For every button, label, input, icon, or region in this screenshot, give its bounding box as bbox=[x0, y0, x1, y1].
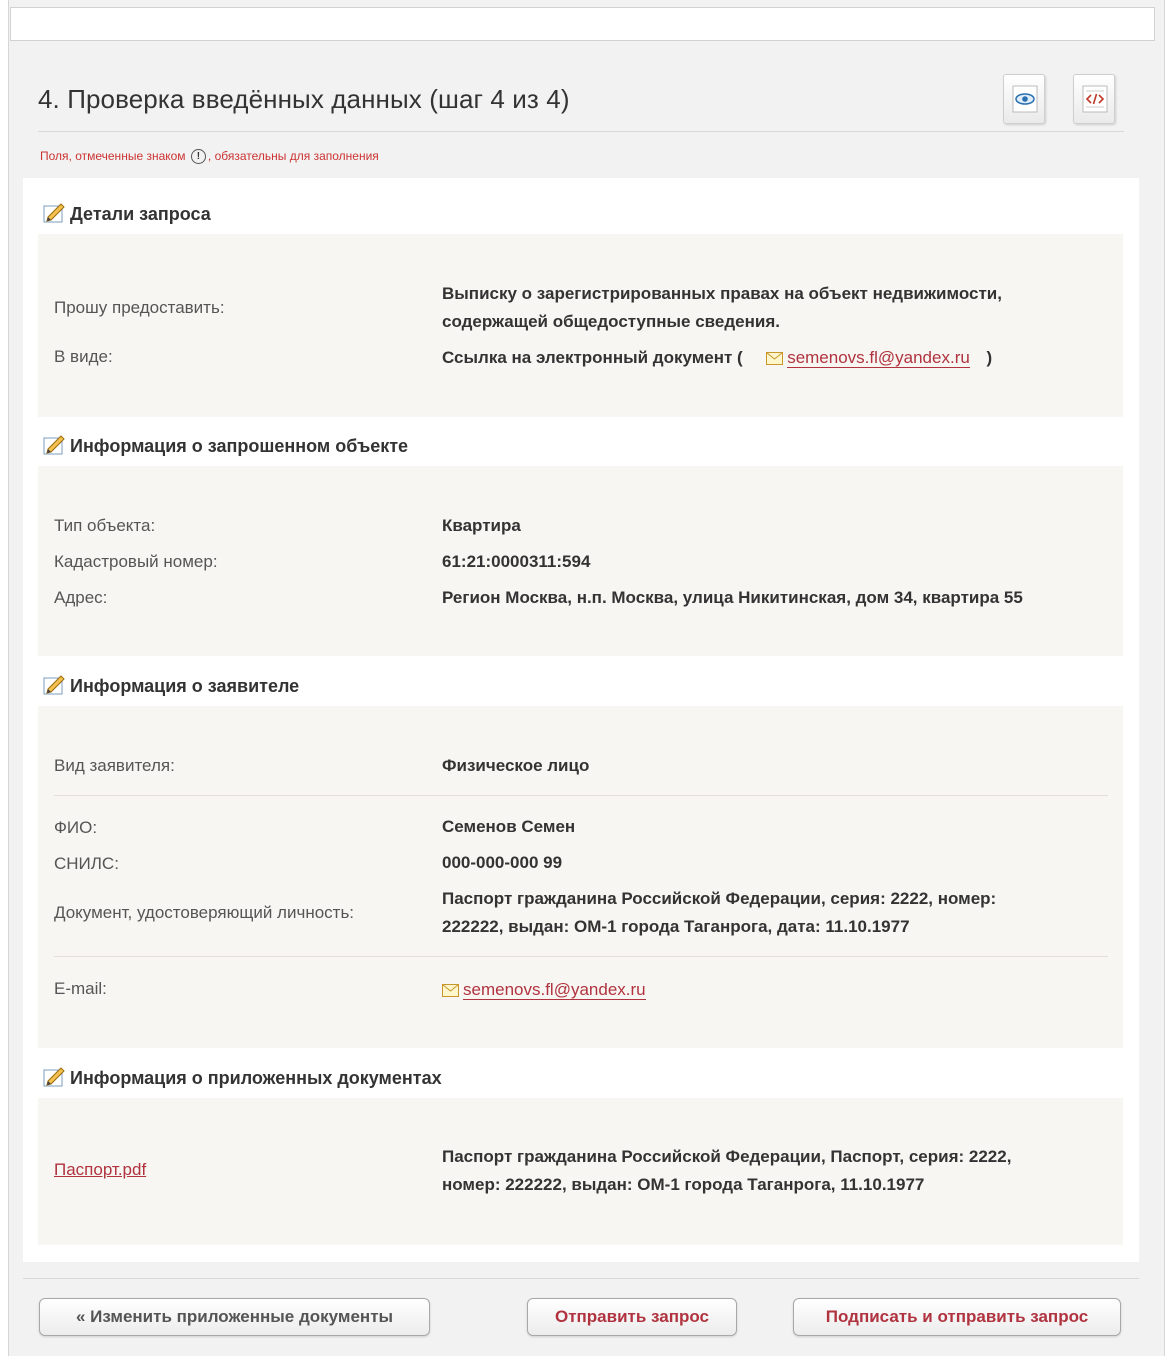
pencil-icon bbox=[43, 435, 65, 455]
pencil-icon bbox=[43, 203, 65, 223]
attached-document-description: Паспорт гражданина Российской Федерации,… bbox=[442, 1147, 1012, 1194]
required-mark-icon: ! bbox=[190, 149, 206, 165]
change-documents-button[interactable]: « Изменить приложенные документы bbox=[39, 1298, 430, 1336]
provide-value: Выписку о зарегистрированных правах на о… bbox=[442, 284, 1002, 331]
required-fields-note: Поля, отмеченные знаком !, обязательны д… bbox=[40, 149, 379, 165]
title-divider bbox=[38, 131, 1124, 132]
pencil-icon bbox=[43, 675, 65, 695]
applicant-email-link[interactable]: semenovs.fl@yandex.ru bbox=[463, 980, 646, 1000]
form-value: Ссылка на электронный документ ( semenov… bbox=[442, 348, 993, 368]
pencil-icon bbox=[43, 1067, 65, 1087]
row-divider bbox=[54, 956, 1108, 957]
email-label: E-mail: bbox=[54, 979, 107, 998]
cadastral-value: 61:21:0000311:594 bbox=[442, 552, 591, 571]
section-heading-object: Информация о запрошенном объекте bbox=[42, 434, 408, 457]
fio-value: Семенов Семен bbox=[442, 817, 576, 836]
envelope-icon bbox=[766, 352, 784, 365]
snils-value: 000-000-000 99 bbox=[442, 853, 563, 872]
page-title: 4. Проверка введённых данных (шаг 4 из 4… bbox=[38, 84, 570, 114]
bottom-divider bbox=[23, 1278, 1139, 1279]
xml-code-icon bbox=[1082, 85, 1108, 113]
id-document-value: Паспорт гражданина Российской Федерации,… bbox=[442, 889, 997, 936]
row-divider bbox=[54, 795, 1108, 796]
documents-panel: Паспорт.pdf Паспорт гражданина Российско… bbox=[38, 1098, 1123, 1245]
address-label: Адрес: bbox=[54, 588, 108, 607]
section-heading-applicant: Информация о заявителе bbox=[42, 674, 299, 697]
envelope-icon bbox=[442, 984, 459, 997]
form-label: В виде: bbox=[54, 347, 113, 366]
applicant-kind-value: Физическое лицо bbox=[442, 756, 590, 775]
applicant-kind-label: Вид заявителя: bbox=[54, 756, 175, 775]
preview-button[interactable] bbox=[1003, 74, 1045, 124]
provide-label: Прошу предоставить: bbox=[54, 298, 225, 317]
request-email-link[interactable]: semenovs.fl@yandex.ru bbox=[787, 348, 970, 368]
object-info-panel: Тип объекта: Квартира Кадастровый номер:… bbox=[38, 466, 1123, 656]
address-value: Регион Москва, н.п. Москва, улица Никити… bbox=[442, 588, 1023, 607]
email-value: semenovs.fl@yandex.ru bbox=[442, 976, 646, 1004]
top-bar bbox=[10, 7, 1155, 41]
xml-button[interactable] bbox=[1073, 74, 1115, 124]
send-request-button[interactable]: Отправить запрос bbox=[527, 1298, 737, 1336]
object-type-value: Квартира bbox=[442, 516, 521, 535]
id-document-label: Документ, удостоверяющий личность: bbox=[54, 903, 355, 922]
applicant-info-panel: Вид заявителя: Физическое лицо ФИО: Семе… bbox=[38, 706, 1123, 1048]
sign-and-send-button[interactable]: Подписать и отправить запрос bbox=[793, 1298, 1121, 1336]
attached-document-link[interactable]: Паспорт.pdf bbox=[54, 1160, 146, 1180]
section-heading-documents: Информация о приложенных документах bbox=[42, 1066, 442, 1089]
object-type-label: Тип объекта: bbox=[54, 516, 156, 535]
section-heading-request: Детали запроса bbox=[42, 202, 211, 225]
fio-label: ФИО: bbox=[54, 818, 98, 837]
request-details-panel: Прошу предоставить: Выписку о зарегистри… bbox=[38, 234, 1123, 417]
cadastral-label: Кадастровый номер: bbox=[54, 552, 218, 571]
snils-label: СНИЛС: bbox=[54, 854, 119, 873]
preview-icon bbox=[1012, 85, 1038, 113]
